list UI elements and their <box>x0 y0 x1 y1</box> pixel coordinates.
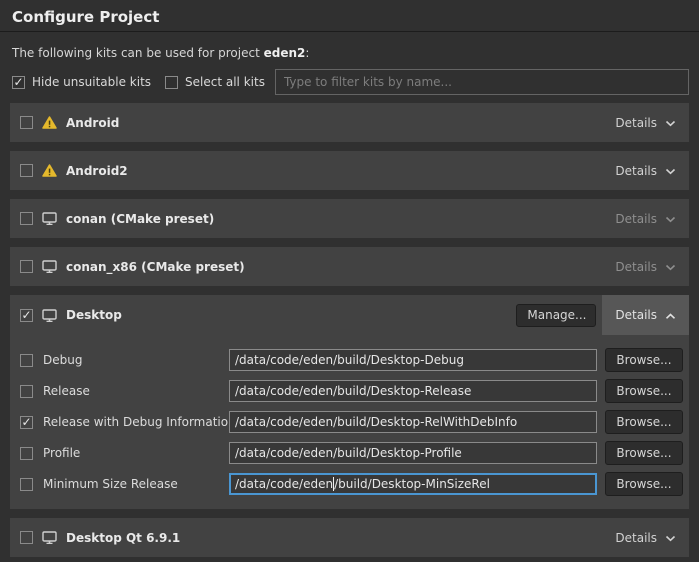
desktop-icon <box>42 260 57 273</box>
details-label: Details <box>615 308 657 322</box>
relwithdebinfo-browse-button[interactable]: Browse... <box>605 410 683 434</box>
intro-text-after: : <box>305 46 309 60</box>
config-row-minsizerel: Minimum Size Release /data/code/eden/bui… <box>20 473 683 495</box>
desktop-build-configs: Debug Browse... Release Browse... Releas… <box>10 335 689 509</box>
minsizerel-path-input-focused[interactable]: /data/code/eden/build/Desktop-MinSizeRel <box>229 473 597 495</box>
details-toggle-android[interactable]: Details <box>602 103 689 142</box>
release-browse-button[interactable]: Browse... <box>605 379 683 403</box>
details-label: Details <box>615 260 657 274</box>
kit-filter-input[interactable] <box>275 69 689 95</box>
chevron-down-icon <box>665 216 676 223</box>
config-label: Release with Debug Information <box>43 415 229 429</box>
checkbox-unchecked-icon <box>165 76 178 89</box>
config-label: Profile <box>43 446 229 460</box>
chevron-down-icon <box>665 264 676 271</box>
chevron-up-icon <box>665 313 676 320</box>
warning-icon <box>42 116 57 129</box>
desktop-qt-checkbox[interactable] <box>20 531 33 544</box>
profile-checkbox[interactable] <box>20 447 33 460</box>
minsizerel-checkbox[interactable] <box>20 478 33 491</box>
details-toggle-desktop[interactable]: Details <box>602 295 689 335</box>
page-title: Configure Project <box>12 8 687 26</box>
select-all-kits-checkbox[interactable]: Select all kits <box>165 75 265 89</box>
kit-row-android2: Android2 Details <box>10 151 689 190</box>
kit-filter-toolbar: Hide unsuitable kits Select all kits <box>12 69 689 95</box>
hide-unsuitable-kits-checkbox[interactable]: Hide unsuitable kits <box>12 75 151 89</box>
kit-name: conan (CMake preset) <box>66 212 214 226</box>
kit-list: Android Details Android2 Details <box>10 103 689 557</box>
config-row-relwithdebinfo: Release with Debug Information Browse... <box>20 411 683 433</box>
debug-browse-button[interactable]: Browse... <box>605 348 683 372</box>
details-label: Details <box>615 164 657 178</box>
hide-unsuitable-kits-label: Hide unsuitable kits <box>32 75 151 89</box>
details-toggle-conan-x86[interactable]: Details <box>602 247 689 286</box>
title-bar: Configure Project <box>0 0 699 32</box>
project-name: eden2 <box>264 46 306 60</box>
kit-name: conan_x86 (CMake preset) <box>66 260 245 274</box>
config-label: Release <box>43 384 229 398</box>
configure-project-page: Configure Project The following kits can… <box>0 0 699 557</box>
kit-row-conan: conan (CMake preset) Details <box>10 199 689 238</box>
debug-checkbox[interactable] <box>20 354 33 367</box>
chevron-down-icon <box>665 535 676 542</box>
intro-text: The following kits can be used for proje… <box>12 46 687 61</box>
relwithdebinfo-checkbox[interactable] <box>20 416 33 429</box>
android2-checkbox[interactable] <box>20 164 33 177</box>
release-path-input[interactable] <box>229 380 597 402</box>
profile-path-input[interactable] <box>229 442 597 464</box>
config-label: Minimum Size Release <box>43 477 229 491</box>
chevron-down-icon <box>665 120 676 127</box>
details-label: Details <box>615 212 657 226</box>
path-text-before-caret: /data/code/eden <box>235 477 333 491</box>
kit-name: Android <box>66 116 119 130</box>
debug-path-input[interactable] <box>229 349 597 371</box>
desktop-icon <box>42 531 57 544</box>
kit-name: Android2 <box>66 164 128 178</box>
kit-row-conan-x86: conan_x86 (CMake preset) Details <box>10 247 689 286</box>
minsizerel-browse-button[interactable]: Browse... <box>605 472 683 496</box>
config-row-debug: Debug Browse... <box>20 349 683 371</box>
config-row-profile: Profile Browse... <box>20 442 683 464</box>
relwithdebinfo-path-input[interactable] <box>229 411 597 433</box>
kit-row-desktop: Desktop Manage... Details <box>10 295 689 335</box>
config-label: Debug <box>43 353 229 367</box>
kit-section-desktop: Desktop Manage... Details Debug Browse..… <box>10 295 689 509</box>
details-toggle-conan[interactable]: Details <box>602 199 689 238</box>
kit-name: Desktop Qt 6.9.1 <box>66 531 180 545</box>
conan-checkbox[interactable] <box>20 212 33 225</box>
kit-row-android: Android Details <box>10 103 689 142</box>
intro-text-before: The following kits can be used for proje… <box>12 46 264 60</box>
select-all-kits-label: Select all kits <box>185 75 265 89</box>
checkbox-checked-icon <box>12 76 25 89</box>
warning-icon <box>42 164 57 177</box>
chevron-down-icon <box>665 168 676 175</box>
release-checkbox[interactable] <box>20 385 33 398</box>
desktop-icon <box>42 212 57 225</box>
details-toggle-desktop-qt[interactable]: Details <box>602 518 689 557</box>
details-label: Details <box>615 531 657 545</box>
desktop-icon <box>42 309 57 322</box>
conan-x86-checkbox[interactable] <box>20 260 33 273</box>
details-label: Details <box>615 116 657 130</box>
path-text-after-caret: /build/Desktop-MinSizeRel <box>334 477 490 491</box>
details-toggle-android2[interactable]: Details <box>602 151 689 190</box>
kit-row-desktop-qt: Desktop Qt 6.9.1 Details <box>10 518 689 557</box>
manage-button[interactable]: Manage... <box>516 304 596 327</box>
profile-browse-button[interactable]: Browse... <box>605 441 683 465</box>
android-checkbox[interactable] <box>20 116 33 129</box>
config-row-release: Release Browse... <box>20 380 683 402</box>
desktop-checkbox[interactable] <box>20 309 33 322</box>
kit-name: Desktop <box>66 308 122 322</box>
